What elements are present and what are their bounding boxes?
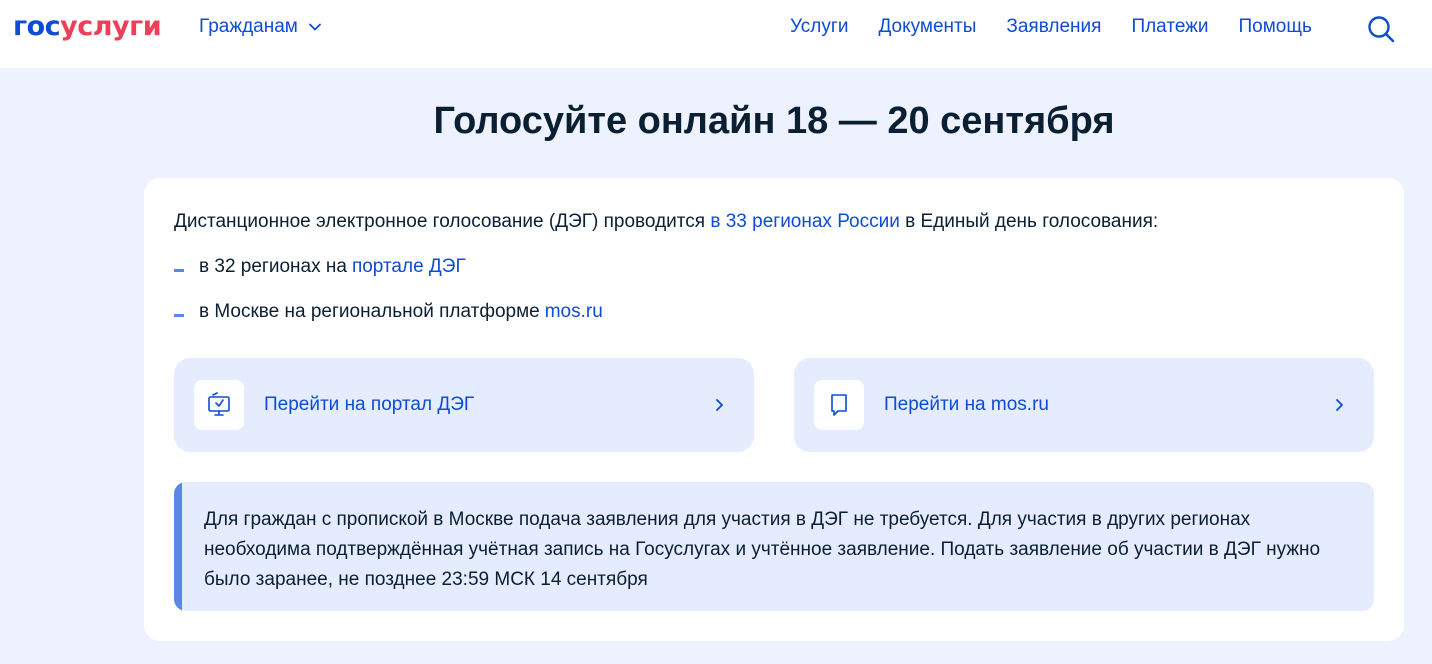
ballot-box-icon [208,392,230,416]
nav-applications[interactable]: Заявления [1006,16,1101,38]
main-nav: Услуги Документы Заявления Платежи Помощ… [790,16,1342,38]
intro-text-before: Дистанционное электронное голосование (Д… [174,211,711,232]
list-item-text: в 32 регионах на [199,256,347,277]
search-icon[interactable] [1366,14,1396,44]
site-header: госуслуги Гражданам Услуги Документы Зая… [0,0,1432,68]
registration-notice: Для граждан с пропиской в Москве подача … [174,482,1374,611]
list-item: в Москве на региональной платформе mos.r… [174,300,603,324]
nav-documents[interactable]: Документы [878,16,976,38]
bookmark-icon-container [814,380,864,430]
regions-link[interactable]: в 33 регионах России [710,211,900,232]
citizens-menu-label: Гражданам [199,16,298,37]
voting-info-card: Дистанционное электронное голосование (Д… [144,178,1404,641]
nav-payments[interactable]: Платежи [1131,16,1208,38]
list-item: в 32 регионах на портале ДЭГ [174,255,466,279]
go-to-mos-ru-button[interactable]: Перейти на mos.ru [794,358,1374,452]
go-to-deg-portal-label: Перейти на портал ДЭГ [264,394,475,415]
mos-ru-link[interactable]: mos.ru [545,300,603,324]
bullet-dash [174,268,184,272]
go-to-mos-ru-label: Перейти на mos.ru [884,394,1049,415]
page-title: Голосуйте онлайн 18 — 20 сентября [433,100,1115,142]
deg-portal-link[interactable]: портале ДЭГ [352,255,466,279]
intro-text: Дистанционное электронное голосование (Д… [174,210,1158,234]
chevron-right-icon [716,399,723,411]
chevron-down-icon [308,23,321,31]
nav-services[interactable]: Услуги [790,16,848,38]
bullet-dash [174,313,184,317]
notice-accent-bar [174,482,182,611]
citizens-menu[interactable]: Гражданам [199,16,322,38]
list-item-text: в Москве на региональной платформе [199,301,540,322]
ballot-box-icon-container [194,380,244,430]
go-to-deg-portal-button[interactable]: Перейти на портал ДЭГ [174,358,754,452]
gosuslugi-logo[interactable]: госуслуги [13,12,162,42]
bookmark-icon [831,394,847,416]
nav-help[interactable]: Помощь [1239,16,1312,38]
chevron-right-icon [1336,399,1343,411]
notice-text: Для граждан с пропиской в Москве подача … [204,509,1321,590]
intro-text-after: в Единый день голосования: [899,211,1159,232]
